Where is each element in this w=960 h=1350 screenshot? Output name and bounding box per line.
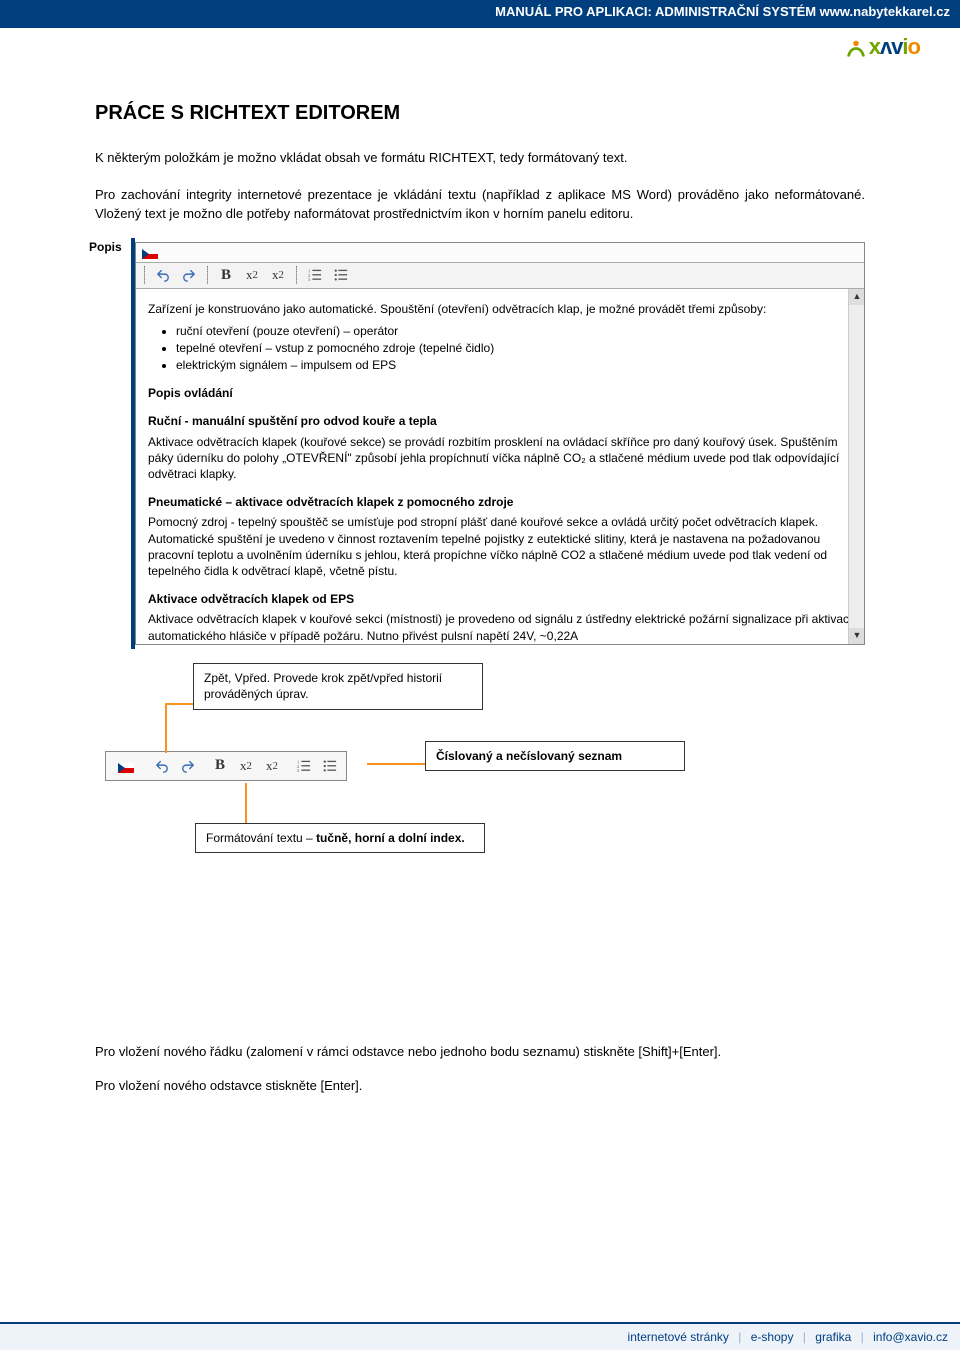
editor-heading: Aktivace odvětracích klapek od EPS xyxy=(148,591,852,607)
callout-text-prefix: Formátování textu – xyxy=(206,831,316,845)
editor-line: Aktivace odvětracích klapek v kouřové se… xyxy=(148,611,852,643)
footer: internetové stránky | e-shopy | grafika … xyxy=(0,1322,960,1350)
connector-line xyxy=(165,703,193,705)
flag-cz-icon xyxy=(118,763,134,773)
scroll-down-button[interactable]: ▼ xyxy=(849,628,864,644)
svg-text:3: 3 xyxy=(308,277,311,282)
note-line: Pro vložení nového odstavce stiskněte [E… xyxy=(95,1077,865,1096)
connector-line xyxy=(367,763,425,765)
scrollbar[interactable]: ▲ ▼ xyxy=(848,289,864,644)
person-icon xyxy=(845,37,867,59)
toolbar-detail: B x2 x2 123 xyxy=(105,751,347,781)
intro-p2: Pro zachování integrity internetové prez… xyxy=(95,186,865,224)
unordered-list-icon xyxy=(323,759,337,773)
footer-link[interactable]: internetové stránky xyxy=(628,1330,729,1344)
scroll-up-button[interactable]: ▲ xyxy=(849,289,864,305)
intro-p1: K některým položkám je možno vkládat obs… xyxy=(95,149,865,168)
editor-toolbar: B x2 x2 123 xyxy=(136,263,864,289)
header-title: ADMINISTRAČNÍ SYSTÉM www.nabytekkarel.cz xyxy=(655,4,950,19)
flag-cz-icon xyxy=(142,249,158,259)
callout-formatting: Formátování textu – tučně, horní a dolní… xyxy=(195,823,485,854)
editor-line: Zařízení je konstruováno jako automatick… xyxy=(148,301,852,317)
unordered-list-button[interactable] xyxy=(331,265,351,285)
superscript-button[interactable]: x2 xyxy=(268,265,288,285)
undo-button[interactable] xyxy=(152,756,172,776)
unordered-list-icon xyxy=(334,268,348,282)
footer-link[interactable]: e-shopy xyxy=(751,1330,794,1344)
page: MANUÁL PRO APLIKACI: ADMINISTRAČNÍ SYSTÉ… xyxy=(0,0,960,1350)
logo-row: xʌvio xyxy=(0,28,960,62)
page-title: PRÁCE S RICHTEXT EDITOREM xyxy=(95,102,865,125)
redo-button[interactable] xyxy=(179,265,199,285)
editor-tabbar xyxy=(136,243,864,263)
svg-text:3: 3 xyxy=(297,768,300,773)
note-line: Pro vložení nového řádku (zalomení v rám… xyxy=(95,1043,865,1062)
ordered-list-icon: 123 xyxy=(297,759,311,773)
editor-line: Pomocný zdroj - tepelný spouštěč se umís… xyxy=(148,514,852,579)
subscript-button[interactable]: x2 xyxy=(236,756,256,776)
brand-logo: xʌvio xyxy=(845,34,920,60)
connector-line xyxy=(165,703,167,743)
footer-separator: | xyxy=(738,1330,741,1344)
editor-bullets: ruční otevření (pouze otevření) – operát… xyxy=(176,323,852,374)
annotation-zone: B x2 x2 123 xyxy=(95,663,865,923)
editor-line: Aktivace odvětracích klapek (kouřové sek… xyxy=(148,434,852,483)
callout-undo-redo: Zpět, Vpřed. Provede krok zpět/vpřed his… xyxy=(193,663,483,711)
toolbar-separator xyxy=(296,266,297,284)
editor-heading: Ruční - manuální spuštění pro odvod kouř… xyxy=(148,413,852,429)
callout-lists: Číslovaný a nečíslovaný seznam xyxy=(425,741,685,772)
footer-link-email[interactable]: info@xavio.cz xyxy=(873,1330,948,1344)
redo-icon xyxy=(182,268,196,282)
editor-heading: Pneumatické – aktivace odvětracích klape… xyxy=(148,494,852,510)
notes: Pro vložení nového řádku (zalomení v rám… xyxy=(95,1043,865,1097)
list-item: tepelné otevření – vstup z pomocného zdr… xyxy=(176,340,852,356)
footer-separator: | xyxy=(803,1330,806,1344)
footer-link[interactable]: grafika xyxy=(815,1330,851,1344)
header-prefix: MANUÁL PRO APLIKACI: xyxy=(495,4,652,19)
ordered-list-button[interactable]: 123 xyxy=(294,756,314,776)
list-item: elektrickým signálem – impulsem od EPS xyxy=(176,357,852,373)
content: PRÁCE S RICHTEXT EDITOREM K některým pol… xyxy=(0,62,960,1132)
bold-button[interactable]: B xyxy=(210,756,230,776)
toolbar-separator xyxy=(207,266,208,284)
editor-screenshot: Popis B x2 x2 xyxy=(135,242,865,645)
ordered-list-icon: 123 xyxy=(308,268,322,282)
field-label: Popis xyxy=(89,240,122,254)
callout-text: Zpět, Vpřed. Provede krok zpět/vpřed his… xyxy=(204,671,442,702)
subscript-button[interactable]: x2 xyxy=(242,265,262,285)
redo-button[interactable] xyxy=(178,756,198,776)
bold-button[interactable]: B xyxy=(216,265,236,285)
undo-icon xyxy=(156,268,170,282)
undo-icon xyxy=(155,759,169,773)
redo-icon xyxy=(181,759,195,773)
header-bar: MANUÁL PRO APLIKACI: ADMINISTRAČNÍ SYSTÉ… xyxy=(0,0,960,26)
callout-text: Číslovaný a nečíslovaný seznam xyxy=(436,749,622,763)
footer-separator: | xyxy=(861,1330,864,1344)
callout-text-bold: tučně, horní a dolní index. xyxy=(316,831,465,845)
unordered-list-button[interactable] xyxy=(320,756,340,776)
undo-button[interactable] xyxy=(153,265,173,285)
list-item: ruční otevření (pouze otevření) – operát… xyxy=(176,323,852,339)
superscript-button[interactable]: x2 xyxy=(262,756,282,776)
ordered-list-button[interactable]: 123 xyxy=(305,265,325,285)
editor-textarea[interactable]: Zařízení je konstruováno jako automatick… xyxy=(136,289,864,644)
connector-line xyxy=(165,743,167,753)
toolbar-separator xyxy=(144,266,145,284)
editor-heading: Popis ovládání xyxy=(148,385,852,401)
